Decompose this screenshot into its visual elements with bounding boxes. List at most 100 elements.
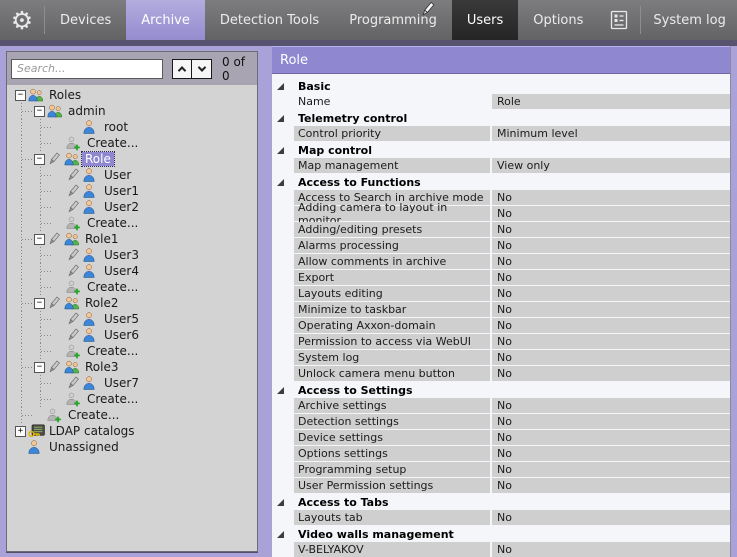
property-value[interactable]: No <box>492 398 730 413</box>
section-header-video-walls-management[interactable]: Video walls management <box>272 526 730 542</box>
property-value[interactable]: No <box>492 318 730 333</box>
tree-item-root[interactable]: root <box>7 119 257 135</box>
tree-collapse-icon[interactable]: − <box>34 154 45 165</box>
tree-collapse-icon[interactable]: − <box>34 234 45 245</box>
tree-item-user6[interactable]: User6 <box>7 327 257 343</box>
property-value[interactable]: No <box>492 350 730 365</box>
property-value[interactable]: No <box>492 190 730 205</box>
collapse-triangle-icon[interactable] <box>277 387 284 394</box>
property-value[interactable]: No <box>492 462 730 477</box>
tree-collapse-icon[interactable]: − <box>34 106 45 117</box>
property-value[interactable]: No <box>492 334 730 349</box>
property-value[interactable]: Role <box>492 94 730 109</box>
tab-detection-tools[interactable]: Detection Tools <box>205 0 334 40</box>
tree-connector-line <box>22 303 33 304</box>
tree-item-user2[interactable]: User2 <box>7 199 257 215</box>
tree-item-user4[interactable]: User4 <box>7 263 257 279</box>
property-row-device-settings: Device settingsNo <box>272 430 730 446</box>
section-title: Video walls management <box>294 526 454 542</box>
tab-archive[interactable]: Archive <box>126 0 205 40</box>
tree-item-create[interactable]: Create... <box>7 215 257 231</box>
tree-item-role[interactable]: −Role <box>7 151 257 167</box>
tree-item-role1[interactable]: −Role1 <box>7 231 257 247</box>
search-input[interactable] <box>11 59 163 79</box>
tree-item-user5[interactable]: User5 <box>7 311 257 327</box>
section-header-basic[interactable]: Basic <box>272 78 730 94</box>
tree-item-ldap-catalogs[interactable]: +LDAP catalogs <box>7 423 257 439</box>
tree-connector-line <box>41 255 52 256</box>
tree-item-user7[interactable]: User7 <box>7 375 257 391</box>
section-header-access-to-tabs[interactable]: Access to Tabs <box>272 494 730 510</box>
section-header-telemetry-control[interactable]: Telemetry control <box>272 110 730 126</box>
property-value[interactable]: No <box>492 542 730 557</box>
gutter <box>272 206 294 222</box>
tab-options[interactable]: Options <box>518 0 598 40</box>
user-icon <box>83 264 101 278</box>
search-nav-buttons <box>172 59 212 79</box>
user-icon <box>83 376 101 390</box>
property-value[interactable]: No <box>492 478 730 493</box>
tree-item-create[interactable]: Create... <box>7 407 257 423</box>
search-next-button[interactable] <box>192 59 212 79</box>
property-value[interactable]: No <box>492 510 730 525</box>
property-label: Adding/editing presets <box>294 222 490 237</box>
section-header-access-to-functions[interactable]: Access to Functions <box>272 174 730 190</box>
section-header-access-to-settings[interactable]: Access to Settings <box>272 382 730 398</box>
tree-item-label: User4 <box>101 264 142 278</box>
property-value[interactable]: Minimum level <box>492 126 730 141</box>
property-row-minimize-to-taskbar: Minimize to taskbarNo <box>272 302 730 318</box>
tree-guide-line <box>21 199 22 215</box>
search-prev-button[interactable] <box>172 59 192 79</box>
property-value[interactable]: View only <box>492 158 730 173</box>
property-label: Adding camera to layout in monitor <box>294 206 490 221</box>
tree-item-unassigned[interactable]: Unassigned <box>7 439 257 455</box>
tree-item-user[interactable]: User <box>7 167 257 183</box>
tree-collapse-icon[interactable]: − <box>34 362 45 373</box>
tree-item-create[interactable]: Create... <box>7 343 257 359</box>
tree-collapse-icon[interactable]: − <box>15 90 26 101</box>
tree-search-row: 0 of 0 <box>7 52 257 85</box>
tree-item-role3[interactable]: −Role3 <box>7 359 257 375</box>
collapse-triangle-icon[interactable] <box>277 115 284 122</box>
gutter <box>272 382 294 398</box>
tree-item-admin[interactable]: −admin <box>7 103 257 119</box>
property-value[interactable]: No <box>492 430 730 445</box>
property-value[interactable]: No <box>492 254 730 269</box>
collapse-triangle-icon[interactable] <box>277 499 284 506</box>
system-log-block[interactable]: System log <box>598 0 737 40</box>
tree-item-label: Create... <box>84 216 141 230</box>
collapse-triangle-icon[interactable] <box>277 531 284 538</box>
collapse-triangle-icon[interactable] <box>277 83 284 90</box>
tab-devices[interactable]: Devices <box>45 0 126 40</box>
tree-expand-icon[interactable]: + <box>15 426 26 437</box>
property-value[interactable]: No <box>492 238 730 253</box>
property-value[interactable]: No <box>492 446 730 461</box>
property-value[interactable]: No <box>492 222 730 237</box>
pencil-icon <box>66 376 83 390</box>
tree-item-role2[interactable]: −Role2 <box>7 295 257 311</box>
tree-guide-line <box>21 375 22 391</box>
collapse-triangle-icon[interactable] <box>277 147 284 154</box>
section-header-map-control[interactable]: Map control <box>272 142 730 158</box>
property-value[interactable]: No <box>492 366 730 381</box>
system-log-label: System log <box>641 0 737 40</box>
property-label: Unlock camera menu button <box>294 366 490 381</box>
collapse-triangle-icon[interactable] <box>277 179 284 186</box>
user-icon <box>83 168 101 182</box>
tree-item-user3[interactable]: User3 <box>7 247 257 263</box>
settings-gear-button[interactable]: ⚙ <box>0 0 44 40</box>
tree-item-create[interactable]: Create... <box>7 135 257 151</box>
pencil-icon <box>66 312 83 326</box>
property-value[interactable]: No <box>492 302 730 317</box>
property-value[interactable]: No <box>492 270 730 285</box>
tree-item-user1[interactable]: User1 <box>7 183 257 199</box>
tree-item-create[interactable]: Create... <box>7 391 257 407</box>
property-value[interactable]: No <box>492 286 730 301</box>
search-result-counter: 0 of 0 <box>222 55 253 83</box>
property-value[interactable]: No <box>492 206 730 221</box>
tab-users[interactable]: Users <box>452 0 518 40</box>
tree-collapse-icon[interactable]: − <box>34 298 45 309</box>
tree-item-create[interactable]: Create... <box>7 279 257 295</box>
property-value[interactable]: No <box>492 414 730 429</box>
tree-item-roles[interactable]: −Roles <box>7 87 257 103</box>
